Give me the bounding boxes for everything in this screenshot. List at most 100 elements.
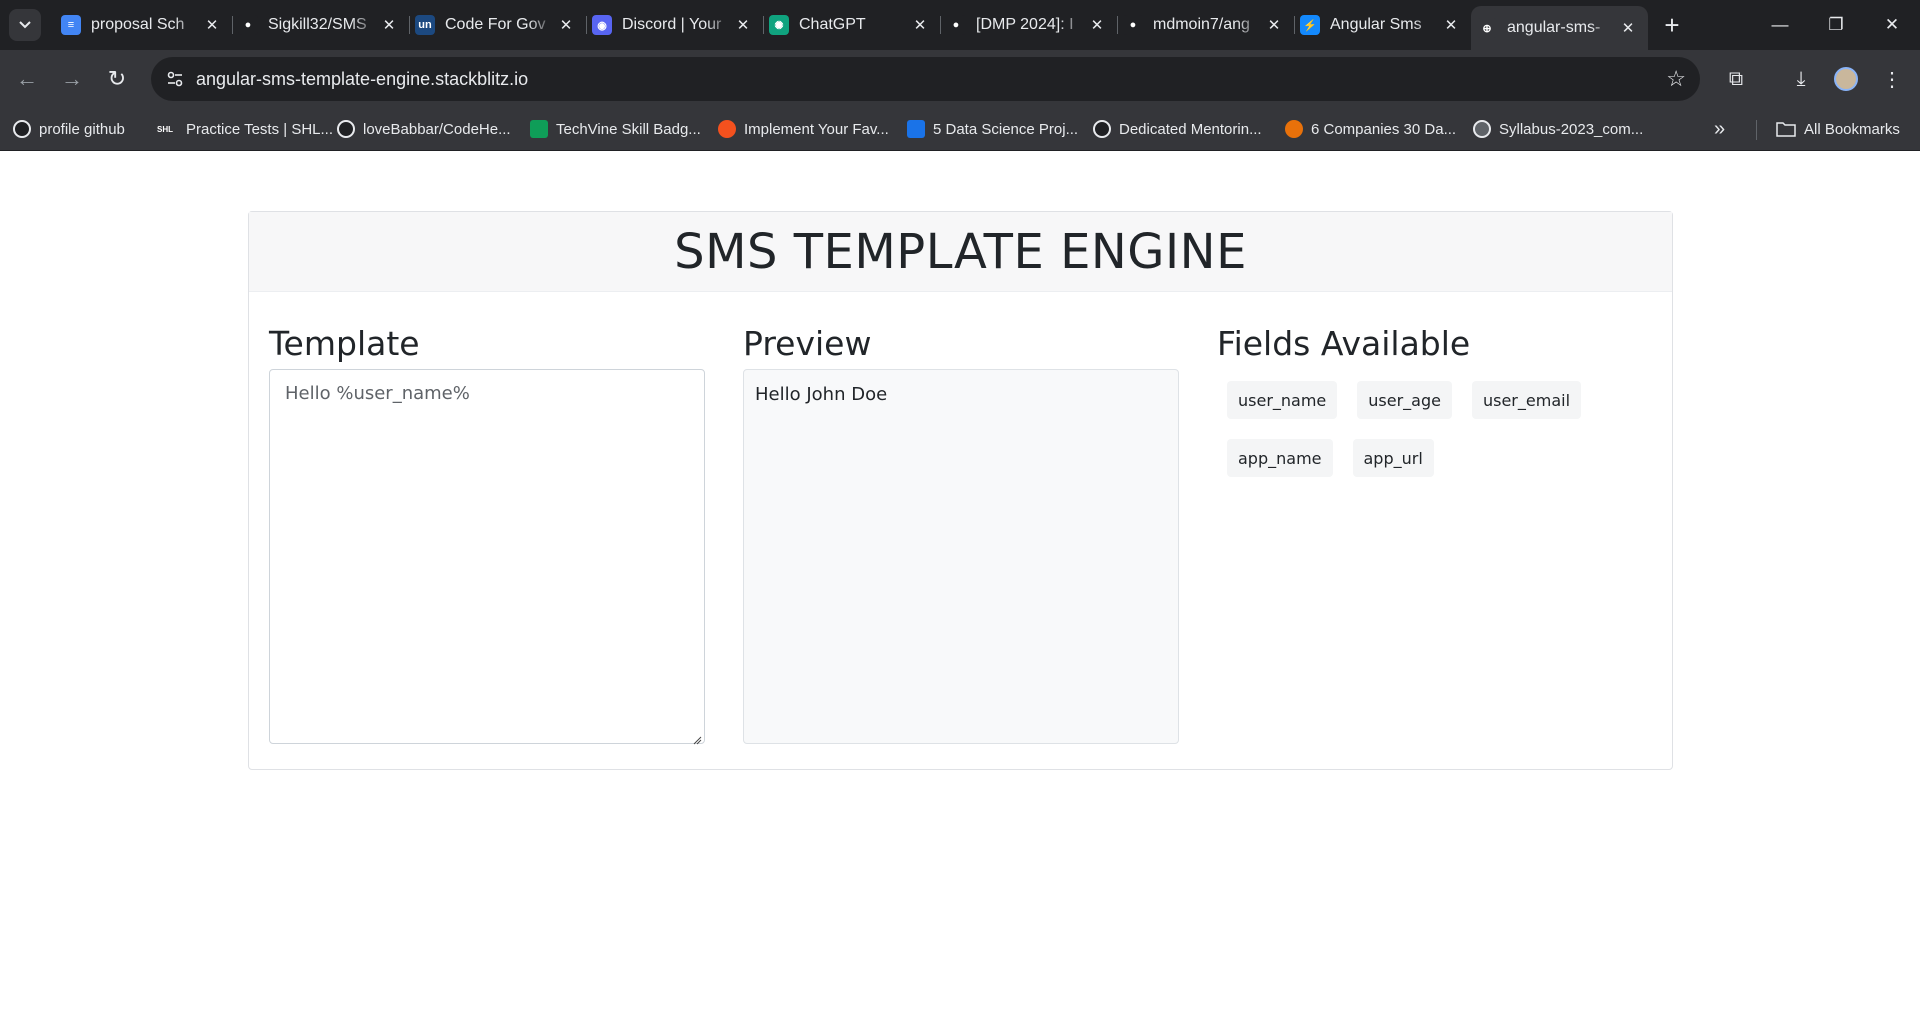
close-icon[interactable]: ✕ (733, 15, 753, 35)
pp-icon (907, 120, 925, 138)
discord-icon: ◉ (592, 15, 612, 35)
profile-button[interactable] (1828, 61, 1864, 97)
page-content: SMS TEMPLATE ENGINE Template Hello %user… (0, 151, 1920, 1021)
folder-icon (1776, 122, 1796, 137)
close-icon[interactable]: ✕ (556, 15, 576, 35)
bookmark-item[interactable]: loveBabbar/CodeHe... (337, 117, 511, 141)
restore-button[interactable]: ❐ (1808, 0, 1864, 50)
close-icon: ✕ (1884, 15, 1900, 34)
close-icon[interactable]: ✕ (1264, 15, 1284, 35)
preview-column: Preview Hello John Doe (743, 324, 1179, 744)
more-bookmarks-button[interactable]: » (1714, 117, 1725, 141)
bookmark-label: 5 Data Science Proj... (933, 120, 1079, 138)
field-chip[interactable]: user_email (1471, 381, 1582, 419)
bookmark-label: TechVine Skill Badg... (556, 120, 701, 138)
tab-title: Angular Sms (1330, 16, 1422, 33)
all-bookmarks-label: All Bookmarks (1804, 120, 1900, 138)
page-title: SMS TEMPLATE ENGINE (674, 223, 1247, 280)
bookmarks-bar: profile github SHL Practice Tests | SHL...… (0, 108, 1920, 151)
browser-tab[interactable]: ● [DMP 2024]: I ✕ (940, 6, 1118, 44)
field-chip[interactable]: user_name (1227, 381, 1338, 419)
reload-button[interactable]: ↻ (99, 61, 135, 97)
tab-title: Sigkill32/SMS (268, 16, 367, 33)
browser-tab[interactable]: ⊕ angular-sms- ✕ (1471, 6, 1648, 50)
template-textarea[interactable]: Hello %user_name% (269, 369, 705, 744)
bookmark-label: profile github (39, 120, 125, 138)
sms-engine-card: SMS TEMPLATE ENGINE Template Hello %user… (248, 211, 1673, 770)
new-tab-button[interactable]: + (1654, 7, 1690, 43)
url-text[interactable]: angular-sms-template-engine.stackblitz.i… (196, 69, 528, 90)
back-button[interactable]: ← (9, 61, 45, 97)
tab-title: ChatGPT (799, 16, 866, 33)
tab-title: angular-sms- (1507, 19, 1601, 36)
double-chevron-right-icon: » (1714, 117, 1726, 140)
close-icon[interactable]: ✕ (1441, 15, 1461, 35)
restore-icon: ❐ (1828, 15, 1844, 34)
bookmark-star-icon[interactable]: ☆ (1666, 66, 1686, 92)
github-icon (1093, 120, 1111, 138)
bookmark-label: loveBabbar/CodeHe... (363, 120, 511, 138)
resize-handle[interactable] (693, 732, 702, 745)
field-chip[interactable]: app_url (1352, 439, 1434, 477)
close-icon[interactable]: ✕ (379, 15, 399, 35)
tune-icon (167, 71, 183, 87)
field-chip[interactable]: app_name (1227, 439, 1333, 477)
tab-title: proposal Sch (91, 16, 185, 33)
downloads-button[interactable]: ⤓ (1783, 61, 1819, 97)
browser-tab[interactable]: ≡ proposal Sch ✕ (55, 6, 233, 44)
template-column: Template Hello %user_name% (269, 324, 705, 745)
tab-search-button[interactable] (9, 9, 41, 41)
field-chip[interactable]: user_age (1357, 381, 1452, 419)
browser-tab[interactable]: ● Sigkill32/SMS ✕ (232, 6, 410, 44)
bookmark-item[interactable]: Syllabus-2023_com... (1473, 117, 1643, 141)
chevron-down-icon (19, 21, 31, 29)
docs-icon: ≡ (61, 15, 81, 35)
puzzle-icon: ⧉ (1728, 67, 1744, 90)
globe-icon: ⊕ (1477, 18, 1497, 38)
bookmark-label: Practice Tests | SHL... (186, 120, 334, 138)
browser-toolbar: ← → ↻ angular-sms-template-engine.stackb… (0, 50, 1920, 108)
bookmark-item[interactable]: Dedicated Mentorin... (1093, 117, 1262, 141)
close-icon[interactable]: ✕ (202, 15, 222, 35)
orange-blocks-icon (718, 120, 736, 138)
browser-tab[interactable]: ✺ ChatGPT ✕ (763, 6, 941, 44)
site-info-button[interactable] (159, 63, 191, 95)
close-icon[interactable]: ✕ (910, 15, 930, 35)
minimize-button[interactable]: — (1752, 0, 1808, 50)
minimize-icon: — (1771, 15, 1789, 34)
preview-output: Hello John Doe (743, 369, 1179, 744)
tab-title: Discord | Your (622, 16, 722, 33)
bookmark-item[interactable]: profile github (13, 117, 125, 141)
close-icon[interactable]: ✕ (1618, 18, 1638, 38)
tab-title: Code For Gov (445, 16, 546, 33)
field-chip-list: user_name user_age user_email app_name app_u… (1227, 381, 1647, 497)
browser-tab[interactable]: ● mdmoin7/ang ✕ (1117, 6, 1295, 44)
sheets-icon (530, 120, 548, 138)
menu-button[interactable]: ⋮ (1874, 61, 1910, 97)
leaf-icon (1285, 120, 1303, 138)
bookmark-item[interactable]: TechVine Skill Badg... (530, 117, 701, 141)
browser-tab[interactable]: ⚡ Angular Sms ✕ (1294, 6, 1471, 44)
stackblitz-icon: ⚡ (1300, 15, 1320, 35)
resize-grip-icon (693, 736, 702, 745)
fields-heading: Fields Available (1217, 324, 1471, 363)
extensions-button[interactable]: ⧉ (1718, 61, 1754, 97)
close-icon[interactable]: ✕ (1087, 15, 1107, 35)
browser-tab[interactable]: un Code For Gov ✕ (409, 6, 587, 44)
all-bookmarks-button[interactable]: All Bookmarks (1776, 117, 1900, 141)
github-icon: ● (238, 15, 258, 35)
forward-button[interactable]: → (54, 61, 90, 97)
shl-icon: SHL (152, 120, 178, 138)
window-controls: — ❐ ✕ (1752, 0, 1920, 50)
download-icon: ⤓ (1796, 67, 1806, 90)
chatgpt-icon: ✺ (769, 15, 789, 35)
bookmark-item[interactable]: Implement Your Fav... (718, 117, 889, 141)
bookmark-item[interactable]: SHL Practice Tests | SHL... (152, 117, 333, 141)
browser-tab[interactable]: ◉ Discord | Your ✕ (586, 6, 764, 44)
bookmark-label: Syllabus-2023_com... (1499, 120, 1644, 138)
address-bar[interactable]: angular-sms-template-engine.stackblitz.i… (151, 57, 1700, 101)
bookmark-item[interactable]: 5 Data Science Proj... (907, 117, 1078, 141)
bookmark-item[interactable]: 6 Companies 30 Da... (1285, 117, 1456, 141)
fields-column: Fields Available user_name user_age user_e… (1217, 324, 1653, 477)
close-window-button[interactable]: ✕ (1864, 0, 1920, 50)
